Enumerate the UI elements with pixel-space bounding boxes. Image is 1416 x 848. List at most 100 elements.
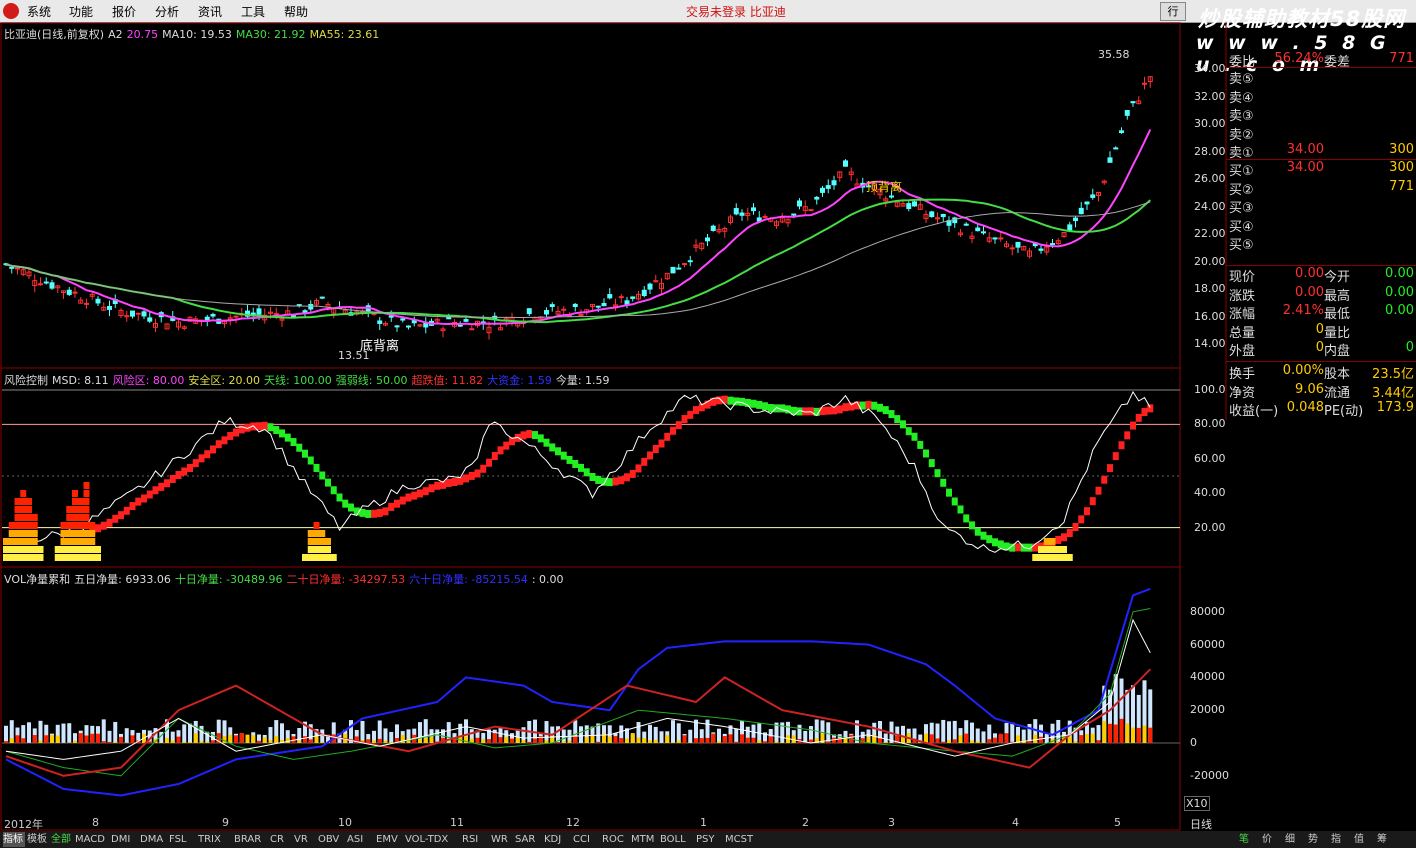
candle-body (929, 211, 935, 218)
indicator-tab[interactable]: CR (270, 832, 292, 847)
candle-body (549, 304, 555, 308)
indicator-tab[interactable]: OBV (318, 832, 345, 847)
indicator-tab[interactable]: ROC (602, 832, 629, 847)
risk-flame-block (89, 554, 96, 561)
indicator-tab[interactable]: 全部 (51, 832, 73, 847)
indicator-tab[interactable]: FSL (169, 832, 196, 847)
month-label: 8 (92, 816, 99, 829)
risk-band-block (399, 496, 406, 505)
risk-flame-block (66, 506, 73, 513)
sell-level-row[interactable]: 卖④ (1226, 87, 1416, 106)
vol-net-bar (998, 733, 1003, 743)
risk-band-block (624, 473, 630, 482)
indicator-tab[interactable]: DMA (140, 832, 167, 847)
risk-band-block (762, 402, 768, 411)
risk-band-block (658, 439, 665, 448)
vol-net-bar (694, 738, 698, 743)
buy-level-row[interactable]: 买② 771 (1226, 179, 1416, 198)
sell-level-row[interactable]: 卖② (1226, 124, 1416, 143)
panel-tab[interactable]: 指 (1326, 832, 1346, 847)
period-label[interactable]: 日线 (1190, 816, 1212, 832)
row-label: 涨幅 (1229, 307, 1256, 323)
quote-row[interactable]: 涨幅 2.41% 最低 0.00 (1226, 303, 1416, 323)
risk-band-block (1084, 507, 1090, 516)
vol-net-bar (1119, 718, 1124, 743)
vol-bar (659, 731, 664, 743)
vol-net-bar (78, 733, 83, 743)
vol-net-bar (1027, 741, 1032, 743)
indicator-tab[interactable]: RSI (462, 832, 489, 847)
vol-net-bar (4, 741, 8, 743)
indicator-tab[interactable]: KDJ (544, 832, 571, 847)
indicator-tab[interactable]: 模板 (27, 832, 49, 847)
indicator-tab[interactable]: 指标 (3, 832, 25, 847)
panel-tab[interactable]: 价 (1257, 832, 1277, 847)
candle-body (1107, 157, 1113, 163)
quote-row[interactable]: 外盘 0 内盘 0 (1226, 340, 1416, 359)
risk-band-block (1107, 464, 1113, 473)
buy-level-row[interactable]: 买① 34.00 300 (1226, 160, 1416, 179)
panel-tab[interactable]: 势 (1303, 832, 1323, 847)
panel-tab[interactable]: 笔 (1234, 832, 1254, 847)
candle-body (682, 263, 687, 266)
risk-flame-block (14, 546, 21, 553)
buy-level-row[interactable]: 买⑤ (1226, 234, 1416, 253)
vol-tick: 60000 (1190, 637, 1225, 651)
sell-level-row[interactable]: 卖① 34.00 300 (1226, 142, 1416, 161)
vol-net-bar (573, 735, 578, 743)
quote-row[interactable]: 现价 0.00 今开 0.00 (1226, 266, 1416, 285)
indicator-tab[interactable]: MTM (631, 832, 658, 847)
vol-net-bar (964, 733, 969, 743)
indicator-tab[interactable]: EMV (376, 832, 403, 847)
fund-row[interactable]: 换手 0.00% 股本 23.5亿 (1226, 363, 1416, 382)
indicator-tab[interactable]: SAR (515, 832, 542, 847)
indicator-tab[interactable]: PSY (696, 832, 723, 847)
indicator-tab[interactable]: VOL-TDX (405, 832, 460, 847)
quote-row[interactable]: 涨跌 0.00 最高 0.00 (1226, 285, 1416, 304)
panel-tab[interactable]: 筹 (1372, 832, 1392, 847)
row-label: 卖② (1229, 127, 1254, 143)
risk-band-block (376, 508, 383, 517)
indicator-tab[interactable]: BRAR (234, 832, 268, 847)
risk-flame-block (26, 522, 32, 529)
candle-body (256, 308, 262, 315)
indicator-tab[interactable]: DMI (111, 832, 138, 847)
risk-band-block (302, 449, 308, 458)
panel-tab[interactable]: 值 (1349, 832, 1369, 847)
risk-band-block (1141, 408, 1148, 417)
buy-level-row[interactable]: 买④ (1226, 216, 1416, 235)
candle-body (687, 260, 693, 263)
row-value2: 300 (1389, 160, 1414, 175)
fund-row[interactable]: 净资 9.06 流通 3.44亿 (1226, 382, 1416, 401)
row-value: 0 (1315, 340, 1324, 356)
fund-row[interactable]: 收益(一) 0.048 PE(动) 173.9 (1226, 400, 1416, 419)
panel-divider (1226, 67, 1416, 68)
quote-row[interactable]: 总量 0 量比 (1226, 322, 1416, 341)
candle-body (1119, 130, 1124, 134)
indicator-tab[interactable]: CCI (573, 832, 600, 847)
sell-level-row[interactable]: 卖③ (1226, 105, 1416, 124)
sell-level-row[interactable]: 卖⑤ (1226, 68, 1416, 87)
indicator-tab[interactable]: BOLL (660, 832, 694, 847)
vol-net-bar (607, 736, 612, 743)
indicator-tab[interactable]: MACD (75, 832, 109, 847)
risk-flame-block (319, 554, 326, 561)
buy-level-row[interactable]: 买③ (1226, 197, 1416, 216)
risk-flame-block (313, 546, 320, 553)
risk-flame-block (1049, 554, 1056, 561)
risk-band-block (1089, 497, 1096, 506)
row-label2: 最高 (1324, 288, 1351, 304)
risk-band-block (969, 521, 975, 530)
vol-10day: 十日净量: -30489.96 (174, 573, 283, 586)
risk-band-block (497, 446, 504, 455)
indicator-tab[interactable]: TRIX (198, 832, 232, 847)
vol-net-bar (1125, 723, 1130, 743)
panel-tab[interactable]: 细 (1280, 832, 1300, 847)
indicator-tab[interactable]: VR (294, 832, 316, 847)
indicator-tab[interactable]: WR (491, 832, 513, 847)
indicator-tab[interactable]: ASI (347, 832, 374, 847)
risk-flame-block (14, 498, 21, 505)
risk-band-block (422, 487, 429, 496)
vol-net-bar (262, 737, 267, 743)
indicator-tab[interactable]: MCST (725, 832, 759, 847)
